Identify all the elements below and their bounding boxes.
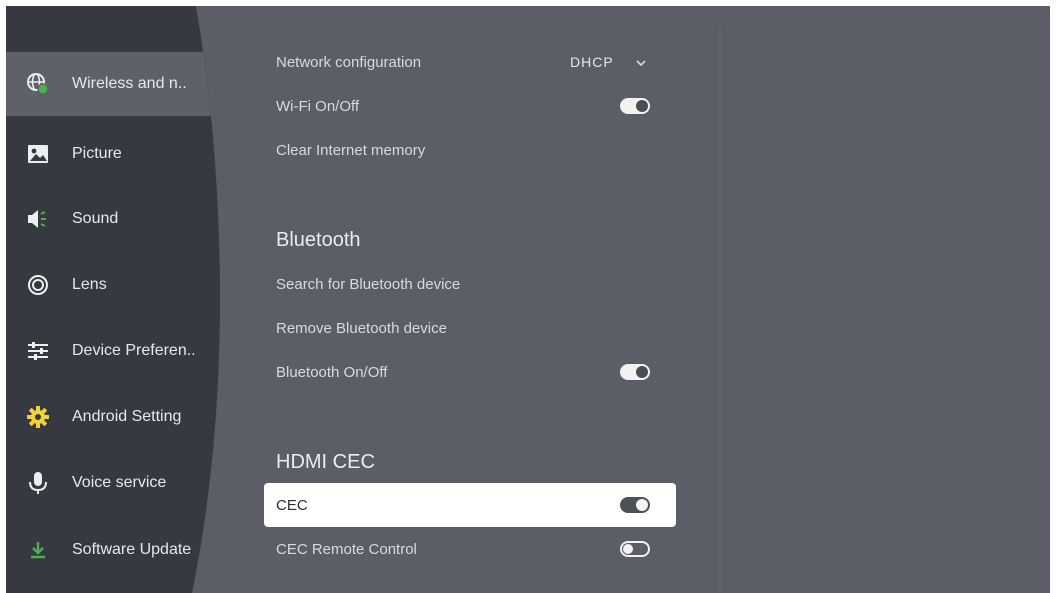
sidebar-item-label: Voice service xyxy=(72,474,167,491)
sliders-icon xyxy=(26,339,50,363)
sidebar-item-android-setting[interactable]: Android Setting xyxy=(6,385,236,449)
bluetooth-toggle-row[interactable]: Bluetooth On/Off xyxy=(264,350,676,394)
network-configuration-row[interactable]: Network configuration DHCP xyxy=(264,40,676,84)
panel-divider xyxy=(719,26,721,593)
network-configuration-label: Network configuration xyxy=(276,53,422,71)
picture-icon xyxy=(26,142,50,166)
sidebar-item-label: Picture xyxy=(72,145,122,162)
lens-icon xyxy=(26,273,50,297)
sidebar-item-label: Sound xyxy=(72,210,119,227)
wifi-toggle-label: Wi-Fi On/Off xyxy=(276,97,360,115)
hdmi-cec-section-title: HDMI CEC xyxy=(276,451,375,473)
sidebar-item-software-update[interactable]: Software Update xyxy=(6,518,236,582)
cec-toggle-row[interactable]: CEC xyxy=(264,483,676,527)
sidebar-item-wireless[interactable]: Wireless and n.. xyxy=(6,52,236,116)
search-bluetooth-label: Search for Bluetooth device xyxy=(276,275,461,293)
chevron-down-icon xyxy=(636,54,646,71)
settings-screen: Wireless and n.. Picture Sound Lens Devi… xyxy=(6,6,1050,593)
sidebar-item-label: Wireless and n.. xyxy=(72,75,187,92)
sidebar-item-picture[interactable]: Picture xyxy=(6,122,236,186)
cec-remote-control-switch[interactable] xyxy=(620,541,650,557)
sidebar-item-label: Android Setting xyxy=(72,408,182,425)
download-icon xyxy=(26,538,50,562)
wifi-toggle-row[interactable]: Wi-Fi On/Off xyxy=(264,84,676,128)
bluetooth-section-title: Bluetooth xyxy=(276,229,361,251)
sidebar-item-label: Software Update xyxy=(72,541,192,558)
bluetooth-toggle-label: Bluetooth On/Off xyxy=(276,363,388,381)
sidebar-item-voice-service[interactable]: Voice service xyxy=(6,451,236,515)
cec-toggle-switch[interactable] xyxy=(620,497,650,513)
network-configuration-value: DHCP xyxy=(570,54,614,70)
sidebar-item-label: Device Preferen.. xyxy=(72,342,196,359)
wifi-toggle-switch[interactable] xyxy=(620,98,650,114)
gear-icon xyxy=(26,405,50,429)
sidebar-item-device-preferences[interactable]: Device Preferen.. xyxy=(6,319,236,383)
clear-internet-memory-row[interactable]: Clear Internet memory xyxy=(264,128,676,172)
sidebar-item-sound[interactable]: Sound xyxy=(6,187,236,251)
microphone-icon xyxy=(26,471,50,495)
globe-network-icon xyxy=(26,72,50,96)
sidebar-item-lens[interactable]: Lens xyxy=(6,253,236,317)
cec-remote-control-label: CEC Remote Control xyxy=(276,540,417,558)
remove-bluetooth-row[interactable]: Remove Bluetooth device xyxy=(264,306,676,350)
cec-remote-control-row[interactable]: CEC Remote Control xyxy=(264,527,676,571)
search-bluetooth-row[interactable]: Search for Bluetooth device xyxy=(264,262,676,306)
sidebar-item-label: Lens xyxy=(72,276,107,293)
clear-internet-memory-label: Clear Internet memory xyxy=(276,141,426,159)
sidebar: Wireless and n.. Picture Sound Lens Devi… xyxy=(6,6,236,593)
bluetooth-toggle-switch[interactable] xyxy=(620,364,650,380)
cec-toggle-label: CEC xyxy=(276,496,308,514)
settings-content: Network configuration DHCP Wi-Fi On/Off … xyxy=(264,6,684,593)
speaker-icon xyxy=(26,207,50,231)
remove-bluetooth-label: Remove Bluetooth device xyxy=(276,319,447,337)
